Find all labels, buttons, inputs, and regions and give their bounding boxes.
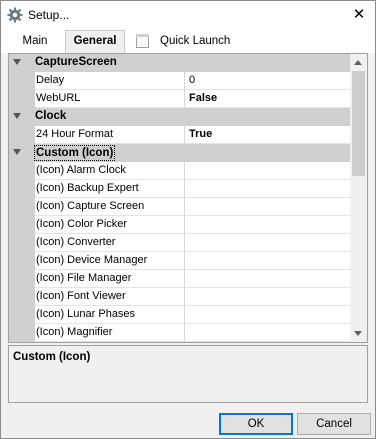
category-label: Custom (Icon) <box>34 145 116 161</box>
cancel-button[interactable]: Cancel <box>297 413 371 435</box>
property-name: WebURL <box>35 90 185 108</box>
close-button[interactable]: ✕ <box>343 1 375 29</box>
property-row[interactable]: 24 Hour Format True <box>9 126 351 144</box>
property-name: (Icon) File Manager <box>35 270 185 288</box>
category-row[interactable]: Clock <box>9 108 351 126</box>
property-value[interactable]: (none) <box>185 324 367 342</box>
collapse-icon[interactable] <box>13 59 21 65</box>
tab-general[interactable]: General <box>65 30 125 53</box>
row-gutter <box>9 90 35 108</box>
property-row[interactable]: (Icon) Converter(none) <box>9 234 367 252</box>
property-row[interactable]: (Icon) Font Viewer(none) <box>9 288 367 306</box>
category-row[interactable]: Custom (Icon) <box>9 144 351 162</box>
dialog-footer: OK Cancel <box>1 406 375 438</box>
row-gutter <box>9 126 35 144</box>
property-row[interactable]: (Icon) Magnifier(none) <box>9 324 367 342</box>
property-value[interactable]: (none) <box>185 288 367 306</box>
description-panel: Custom (Icon) <box>8 345 368 403</box>
tab-bar: Main General Quick Launch <box>1 29 375 53</box>
row-gutter <box>9 324 35 342</box>
row-gutter <box>9 198 35 216</box>
property-name: (Icon) Alarm Clock <box>35 162 185 180</box>
scrollbar-thumb[interactable] <box>352 71 365 176</box>
property-value[interactable]: (none) <box>185 180 367 198</box>
property-row[interactable]: (Icon) File Manager(none) <box>9 270 367 288</box>
property-value[interactable]: (none) <box>185 306 367 324</box>
property-value[interactable]: (none) <box>185 216 367 234</box>
row-gutter <box>9 252 35 270</box>
property-value[interactable]: False <box>185 90 351 108</box>
property-name: (Icon) Backup Expert <box>35 180 185 198</box>
property-row[interactable]: (Icon) Color Picker(none) <box>9 216 367 234</box>
collapse-icon[interactable] <box>13 113 21 119</box>
window-title: Setup... <box>28 8 70 22</box>
ok-button[interactable]: OK <box>219 413 293 435</box>
tab-main[interactable]: Main <box>11 32 59 53</box>
tab-quick-launch-label: Quick Launch <box>160 35 231 47</box>
property-row[interactable]: (Icon) Alarm Clock(none) <box>9 162 367 180</box>
vertical-scrollbar[interactable] <box>350 54 367 342</box>
row-gutter <box>9 180 35 198</box>
row-gutter <box>9 234 35 252</box>
property-name: Delay <box>35 72 185 90</box>
category-label: CaptureScreen <box>35 56 117 68</box>
row-gutter <box>9 162 35 180</box>
property-row[interactable]: (Icon) Device Manager(none) <box>9 252 367 270</box>
property-row[interactable]: WebURL False <box>9 90 351 108</box>
property-name: (Icon) Capture Screen <box>35 198 185 216</box>
tab-quick-launch[interactable]: Quick Launch <box>132 32 232 53</box>
document-icon <box>136 34 149 48</box>
property-row[interactable]: (Icon) Capture Screen(none) <box>9 198 367 216</box>
row-gutter <box>9 306 35 324</box>
property-value[interactable]: (none) <box>185 198 367 216</box>
scroll-down-icon[interactable] <box>354 331 362 336</box>
row-gutter <box>9 72 35 90</box>
title-bar: Setup... ✕ <box>1 1 375 29</box>
category-row[interactable]: CaptureScreen <box>9 54 351 72</box>
property-name: (Icon) Color Picker <box>35 216 185 234</box>
property-row[interactable]: (Icon) Lunar Phases(none) <box>9 306 367 324</box>
collapse-icon[interactable] <box>13 149 21 155</box>
property-row[interactable]: Delay 0 <box>9 72 351 90</box>
description-title: Custom (Icon) <box>13 351 91 363</box>
category-label: Clock <box>35 110 67 122</box>
property-value[interactable]: True <box>185 126 351 144</box>
close-icon: ✕ <box>352 6 366 23</box>
property-value[interactable]: (none) <box>185 252 367 270</box>
property-value[interactable]: 0 <box>185 72 351 90</box>
gear-icon <box>7 7 23 23</box>
scroll-up-icon[interactable] <box>354 60 362 65</box>
row-gutter <box>9 270 35 288</box>
property-name: (Icon) Converter <box>35 234 185 252</box>
setup-dialog: Setup... ✕ Main General Quick Launch Cap… <box>0 0 376 439</box>
property-value[interactable]: (none) <box>185 270 367 288</box>
property-value[interactable]: (none) <box>185 234 367 252</box>
property-name: (Icon) Magnifier <box>35 324 185 342</box>
property-name: (Icon) Lunar Phases <box>35 306 185 324</box>
property-name: (Icon) Device Manager <box>35 252 185 270</box>
property-grid-rows: CaptureScreen Delay 0 WebURL False Clock 24 Ho… <box>9 54 367 342</box>
property-grid[interactable]: CaptureScreen Delay 0 WebURL False Clock 24 Ho… <box>8 53 368 343</box>
property-name: (Icon) Font Viewer <box>35 288 185 306</box>
row-gutter <box>9 288 35 306</box>
property-row[interactable]: (Icon) Backup Expert(none) <box>9 180 367 198</box>
property-value[interactable]: (none) <box>185 162 367 180</box>
property-name: 24 Hour Format <box>35 126 185 144</box>
row-gutter <box>9 216 35 234</box>
